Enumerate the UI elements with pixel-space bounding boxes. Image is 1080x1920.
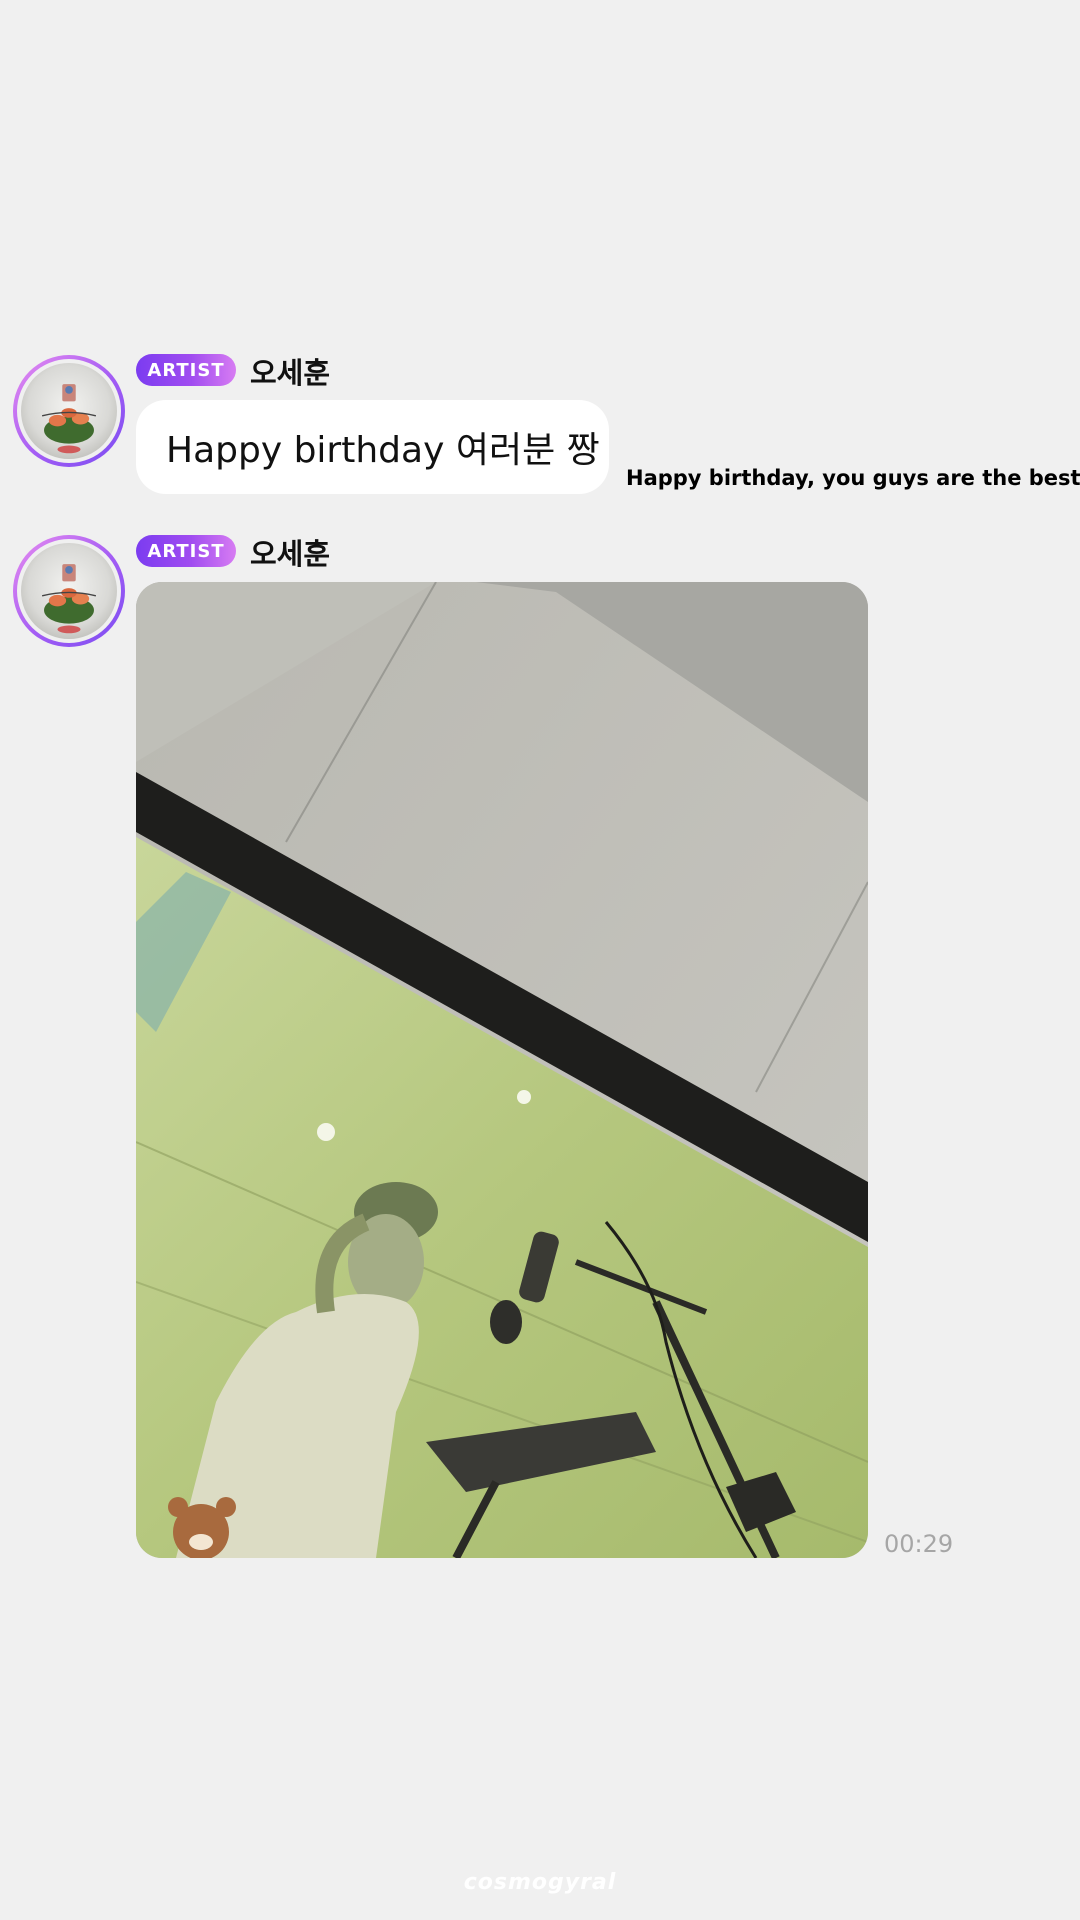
watermark-text: cosmogyral: [463, 1870, 617, 1895]
artist-avatar[interactable]: [13, 535, 125, 647]
avatar-photo: [21, 543, 117, 639]
avatar-photo: [21, 363, 117, 459]
artist-badge: ARTIST: [136, 354, 236, 386]
sender-name: 오세훈: [250, 356, 331, 390]
message-bubble[interactable]: Happy birthday 여러분 짱: [136, 400, 609, 494]
sender-name: 오세훈: [250, 537, 331, 571]
message-timestamp: 00:29: [884, 1530, 954, 1558]
artist-badge: ARTIST: [136, 535, 236, 567]
photo-message[interactable]: [136, 582, 868, 1558]
artist-avatar[interactable]: [13, 355, 125, 467]
translation-caption: Happy birthday, you guys are the best: [626, 466, 1080, 490]
studio-photo: [136, 582, 868, 1558]
